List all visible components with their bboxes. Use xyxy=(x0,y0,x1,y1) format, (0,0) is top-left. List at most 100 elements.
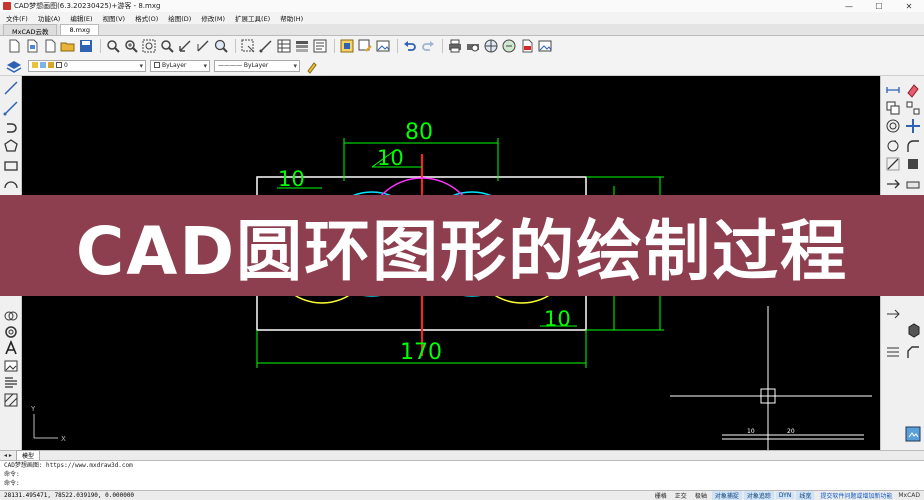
pan-icon[interactable] xyxy=(177,38,193,54)
save-icon[interactable] xyxy=(78,38,94,54)
feedback-link[interactable]: 提交软件问题或增加新功能 xyxy=(820,491,892,500)
zoom-all-icon[interactable] xyxy=(159,38,175,54)
match-properties-icon[interactable] xyxy=(304,58,320,74)
explode-icon[interactable] xyxy=(905,156,921,172)
print-icon[interactable] xyxy=(447,38,463,54)
redo-icon[interactable] xyxy=(420,38,436,54)
menu-function[interactable]: 功能(A) xyxy=(38,13,61,23)
tab-cloud-tutorial[interactable]: MxCAD云教 xyxy=(3,24,58,36)
block-edit-icon[interactable] xyxy=(357,38,373,54)
text-style-icon[interactable] xyxy=(312,38,328,54)
lineweight-toggle[interactable]: 线宽 xyxy=(796,491,815,500)
menu-draw[interactable]: 绘图(D) xyxy=(168,13,191,23)
insert-image-icon[interactable] xyxy=(375,38,391,54)
tool-palette-icon[interactable] xyxy=(905,426,921,442)
zoom-previous-icon[interactable] xyxy=(195,38,211,54)
export-pdf-icon[interactable] xyxy=(519,38,535,54)
title-banner: CAD圆环图形的绘制过程 xyxy=(0,195,924,296)
zoom-extents-icon[interactable] xyxy=(141,38,157,54)
scale-label-20: 20 xyxy=(787,428,795,435)
osnap-toggle[interactable]: 对象捕捉 xyxy=(711,491,742,500)
menu-help[interactable]: 帮助(H) xyxy=(280,13,303,23)
new-file-icon[interactable] xyxy=(6,38,22,54)
eraser-icon[interactable] xyxy=(905,82,921,98)
zoom-window-icon[interactable] xyxy=(105,38,121,54)
polygon-icon[interactable] xyxy=(3,138,19,154)
magnifier-icon[interactable] xyxy=(213,38,229,54)
stretch-icon[interactable] xyxy=(885,176,901,192)
layers-icon[interactable] xyxy=(6,59,22,73)
menu-extension-tools[interactable]: 扩展工具(E) xyxy=(235,13,270,23)
maximize-button[interactable]: ☐ xyxy=(864,2,894,11)
align-icon[interactable] xyxy=(885,344,901,360)
menu-format[interactable]: 格式(O) xyxy=(135,13,158,23)
move-icon[interactable] xyxy=(905,118,921,134)
close-button[interactable]: ✕ xyxy=(894,2,924,11)
new-template-icon[interactable] xyxy=(24,38,40,54)
menu-view[interactable]: 视图(V) xyxy=(103,13,126,23)
otrack-toggle[interactable]: 对象追踪 xyxy=(743,491,774,500)
line-icon[interactable] xyxy=(3,80,19,96)
dim-left-label: 10 xyxy=(278,167,305,191)
linetype-dropdown[interactable]: ———— ByLayer xyxy=(214,59,300,72)
sun-icon xyxy=(40,62,46,68)
command-prompt[interactable]: 命令: xyxy=(0,479,924,488)
menu-edit[interactable]: 编辑(E) xyxy=(70,13,92,23)
minimize-button[interactable]: — xyxy=(834,2,864,11)
layout-scroll-arrows[interactable]: ◂ ▸ xyxy=(4,452,12,459)
dyn-toggle[interactable]: DYN xyxy=(775,492,795,499)
globe-icon[interactable] xyxy=(483,38,499,54)
image-icon[interactable] xyxy=(3,358,19,374)
color-dropdown[interactable]: ByLayer xyxy=(150,59,210,72)
polar-toggle[interactable]: 极轴 xyxy=(692,491,710,500)
window-title: CAD梦想画图(6.3.20230425)+游客 - 8.mxg xyxy=(14,2,161,10)
arc-undo-icon[interactable] xyxy=(3,120,19,136)
undo-icon[interactable] xyxy=(402,38,418,54)
rectangle-icon[interactable] xyxy=(3,158,19,174)
hatch-icon[interactable] xyxy=(3,392,19,408)
break-icon[interactable] xyxy=(905,176,921,192)
layer-color-swatch xyxy=(56,62,62,68)
dimension-linear-icon[interactable] xyxy=(885,82,901,98)
block-icon[interactable] xyxy=(339,38,355,54)
menu-modify[interactable]: 修改(M) xyxy=(201,13,225,23)
properties-table-icon[interactable] xyxy=(276,38,292,54)
tab-current-drawing[interactable]: 8.mxg xyxy=(60,24,99,35)
zoom-realtime-icon[interactable] xyxy=(123,38,139,54)
open-folder-icon[interactable] xyxy=(60,38,76,54)
grid-toggle[interactable]: 栅格 xyxy=(652,491,670,500)
chamfer-icon[interactable] xyxy=(905,344,921,360)
color-value: ByLayer xyxy=(162,61,187,69)
offset-icon[interactable] xyxy=(885,118,901,134)
layer-manager-icon[interactable] xyxy=(294,38,310,54)
donut-icon[interactable] xyxy=(3,324,19,340)
lock-icon xyxy=(48,62,54,68)
menu-file[interactable]: 文件(F) xyxy=(6,13,28,23)
3d-box-icon[interactable] xyxy=(905,322,921,338)
print-preview-icon[interactable] xyxy=(465,38,481,54)
text-icon[interactable] xyxy=(3,339,19,356)
dim-inner-label: 10 xyxy=(377,146,404,170)
command-window[interactable]: CAD梦想画图: https://www.mxdraw3d.com 命令: 命令… xyxy=(0,460,924,490)
array-icon[interactable] xyxy=(905,100,921,116)
copy-icon[interactable] xyxy=(885,100,901,116)
ucs-x-label: X xyxy=(61,435,66,443)
ortho-toggle[interactable]: 正交 xyxy=(672,491,690,500)
measure-icon[interactable] xyxy=(258,38,274,54)
trim-icon[interactable] xyxy=(885,304,901,320)
select-window-icon[interactable] xyxy=(240,38,256,54)
scale-icon[interactable] xyxy=(885,156,901,172)
layer-dropdown[interactable]: 0 xyxy=(28,59,146,72)
new-blank-icon[interactable] xyxy=(42,38,58,54)
export-image-icon[interactable] xyxy=(537,38,553,54)
arc-icon[interactable] xyxy=(3,176,19,192)
toolbar-divider xyxy=(100,39,101,53)
polyline-icon[interactable] xyxy=(3,100,19,116)
web-publish-icon[interactable] xyxy=(501,38,517,54)
toolbar-divider xyxy=(235,39,236,53)
color-swatch xyxy=(154,62,160,68)
fillet-icon[interactable] xyxy=(905,138,921,154)
rotate-icon[interactable] xyxy=(885,138,901,154)
region-icon[interactable] xyxy=(3,308,19,324)
mtext-icon[interactable] xyxy=(3,374,19,390)
